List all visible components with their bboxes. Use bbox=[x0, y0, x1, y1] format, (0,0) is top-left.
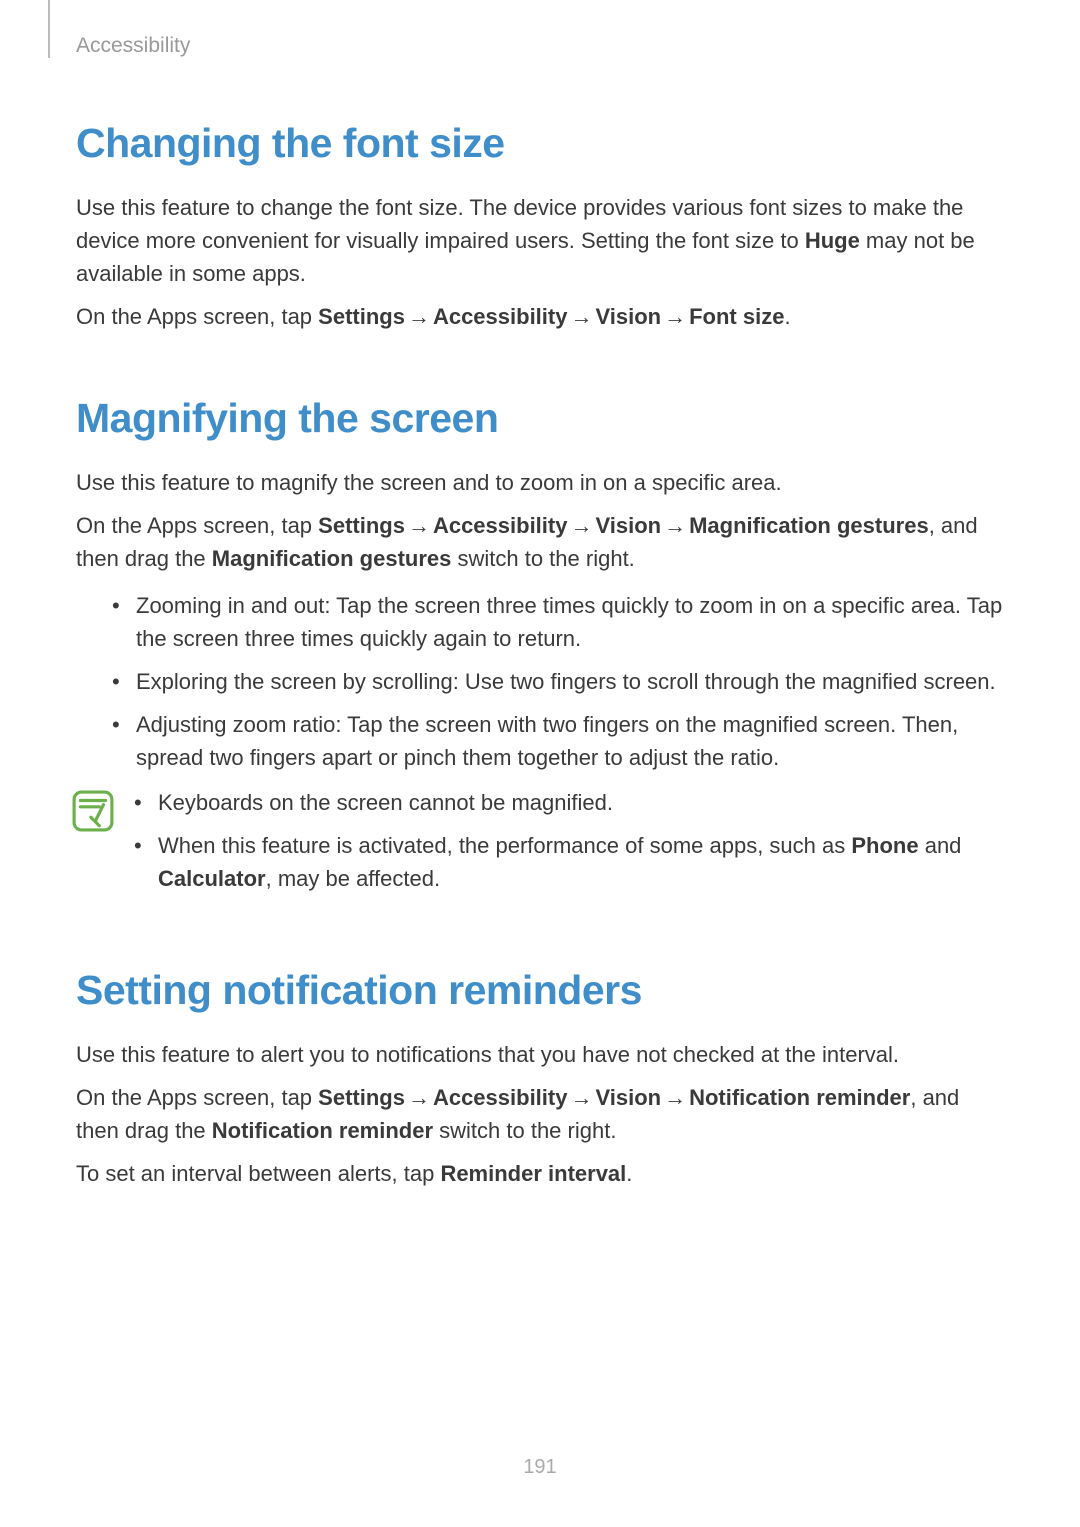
text-bold: Magnification gestures bbox=[212, 546, 452, 571]
reminders-path: On the Apps screen, tap Settings→Accessi… bbox=[76, 1081, 1004, 1147]
text-bold: Vision bbox=[595, 1085, 661, 1110]
text-bold: Accessibility bbox=[433, 304, 568, 329]
arrow-icon: → bbox=[661, 304, 689, 329]
text: switch to the right. bbox=[433, 1118, 616, 1143]
list-item: Adjusting zoom ratio: Tap the screen wit… bbox=[112, 708, 1004, 774]
section-title-magnify: Magnifying the screen bbox=[76, 395, 1004, 442]
text-bold-phone: Phone bbox=[851, 833, 918, 858]
text-bold: Magnification gestures bbox=[689, 513, 929, 538]
list-item: Keyboards on the screen cannot be magnif… bbox=[134, 786, 1004, 819]
reminders-interval: To set an interval between alerts, tap R… bbox=[76, 1157, 1004, 1190]
note-list: Keyboards on the screen cannot be magnif… bbox=[134, 786, 1004, 905]
arrow-icon: → bbox=[567, 513, 595, 538]
text: To set an interval between alerts, tap bbox=[76, 1161, 440, 1186]
section-magnify: Magnifying the screen Use this feature t… bbox=[76, 395, 1004, 905]
arrow-icon: → bbox=[405, 513, 433, 538]
text-bold: Accessibility bbox=[433, 513, 568, 538]
section-title-font-size: Changing the font size bbox=[76, 120, 1004, 167]
list-item: Zooming in and out: Tap the screen three… bbox=[112, 589, 1004, 655]
text-bold: Settings bbox=[318, 1085, 405, 1110]
text: When this feature is activated, the perf… bbox=[158, 833, 851, 858]
list-item: When this feature is activated, the perf… bbox=[134, 829, 1004, 895]
text-bold: Vision bbox=[595, 304, 661, 329]
magnify-intro: Use this feature to magnify the screen a… bbox=[76, 466, 1004, 499]
text: and bbox=[919, 833, 962, 858]
note-block: Keyboards on the screen cannot be magnif… bbox=[76, 786, 1004, 905]
text-bold-reminder-interval: Reminder interval bbox=[440, 1161, 626, 1186]
list-item: Exploring the screen by scrolling: Use t… bbox=[112, 665, 1004, 698]
page-header: Accessibility bbox=[0, 0, 1080, 58]
magnify-path: On the Apps screen, tap Settings→Accessi… bbox=[76, 509, 1004, 575]
arrow-icon: → bbox=[405, 304, 433, 329]
arrow-icon: → bbox=[567, 1085, 595, 1110]
text: On the Apps screen, tap bbox=[76, 1085, 318, 1110]
section-title-reminders: Setting notification reminders bbox=[76, 967, 1004, 1014]
text-bold: Notification reminder bbox=[689, 1085, 910, 1110]
font-size-path: On the Apps screen, tap Settings→Accessi… bbox=[76, 300, 1004, 333]
text: . bbox=[784, 304, 790, 329]
reminders-intro: Use this feature to alert you to notific… bbox=[76, 1038, 1004, 1071]
text-bold: Font size bbox=[689, 304, 784, 329]
section-font-size: Changing the font size Use this feature … bbox=[76, 120, 1004, 333]
magnify-bullet-list: Zooming in and out: Tap the screen three… bbox=[76, 589, 1004, 774]
text-bold-calculator: Calculator bbox=[158, 866, 266, 891]
header-accent-line bbox=[48, 0, 50, 58]
breadcrumb: Accessibility bbox=[76, 34, 1080, 58]
arrow-icon: → bbox=[405, 1085, 433, 1110]
text-bold: Vision bbox=[595, 513, 661, 538]
text: On the Apps screen, tap bbox=[76, 304, 318, 329]
text-bold: Accessibility bbox=[433, 1085, 568, 1110]
text: , may be affected. bbox=[266, 866, 440, 891]
text: . bbox=[626, 1161, 632, 1186]
text-bold: Settings bbox=[318, 304, 405, 329]
note-icon bbox=[72, 790, 114, 832]
section-reminders: Setting notification reminders Use this … bbox=[76, 967, 1004, 1190]
text: switch to the right. bbox=[451, 546, 634, 571]
text-bold-huge: Huge bbox=[805, 228, 860, 253]
arrow-icon: → bbox=[661, 1085, 689, 1110]
page-number: 191 bbox=[0, 1456, 1080, 1479]
text-bold: Notification reminder bbox=[212, 1118, 433, 1143]
page-content: Changing the font size Use this feature … bbox=[0, 120, 1080, 1190]
text: On the Apps screen, tap bbox=[76, 513, 318, 538]
text-bold: Settings bbox=[318, 513, 405, 538]
arrow-icon: → bbox=[567, 304, 595, 329]
font-size-intro: Use this feature to change the font size… bbox=[76, 191, 1004, 290]
arrow-icon: → bbox=[661, 513, 689, 538]
